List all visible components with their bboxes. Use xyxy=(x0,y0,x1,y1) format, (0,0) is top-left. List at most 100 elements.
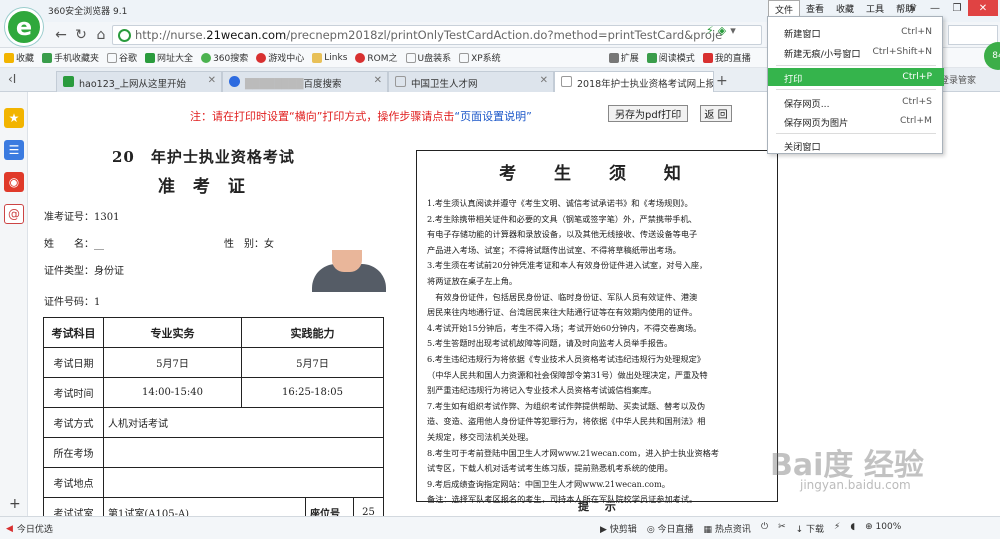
back-arrow-icon[interactable]: ← xyxy=(52,26,70,44)
live-today-button[interactable]: ◎ 今日直播 xyxy=(647,522,694,535)
game-icon xyxy=(256,52,267,63)
instruction-line: 3.考生须在考试前20分钟凭准考证和本人有效身份证件进入试室，对号入座， xyxy=(427,260,708,271)
url-path: /precnepm2018zl/printOnlyTestCardAction.… xyxy=(286,28,723,42)
download-button[interactable]: ↓ 下载 xyxy=(796,522,824,535)
table-row: 考试科目 专业实务 实践能力 xyxy=(43,317,384,348)
url-tools: ⚡ ◈ ▾ xyxy=(706,24,736,37)
instruction-line: 7.考生如有组织考试作弊、为组织考试作弊提供帮助、买卖试题、替考以及伪 xyxy=(427,400,706,411)
instruction-line: 产品进入考场、试室；不得将试题传出试室、不得将草稿纸带出考场。 xyxy=(427,244,681,255)
page-icon xyxy=(395,76,406,87)
bookmark-360search[interactable]: 360搜索 xyxy=(197,51,252,64)
new-tab-button[interactable]: + xyxy=(716,73,728,89)
close-icon[interactable]: ✕ xyxy=(374,75,382,86)
bookmark-links[interactable]: Links xyxy=(308,52,351,63)
instruction-line: 有效身份证件，包括居民身份证、临时身份证、军队人员有效证件、港澳 xyxy=(427,291,698,302)
add-sidebar-item-button[interactable]: + xyxy=(9,496,21,512)
bookmark-games[interactable]: 游戏中心 xyxy=(252,51,308,64)
bolt-icon[interactable]: ⚡ xyxy=(834,522,840,535)
sidebar-toggle-icon[interactable]: ‹I xyxy=(8,72,16,86)
bookmark-extensions[interactable]: 扩展 xyxy=(605,51,643,64)
bookmark-hao[interactable]: 网址大全 xyxy=(141,51,197,64)
url-prefix: http://nurse. xyxy=(135,28,207,42)
instruction-line: 别严重违纪违规行为将记入专业技术人员资格考试诚信档案库。 xyxy=(427,385,657,396)
browser-logo-icon: e xyxy=(5,8,43,46)
status-bar: ◀ 今日优选 ▶ 快剪辑 ◎ 今日直播 ▦ 热点资讯 ⏻ ✂ ↓ 下载 ⚡ ◖ … xyxy=(0,516,1000,539)
bolt-icon[interactable]: ⚡ xyxy=(706,24,714,37)
table-row: 考试日期 5月7日 5月7日 xyxy=(43,347,384,378)
quick-edit-button[interactable]: ▶ 快剪辑 xyxy=(600,522,637,535)
check-icon xyxy=(63,76,74,87)
close-button[interactable]: ✕ xyxy=(968,0,998,16)
volume-icon[interactable]: ◖ xyxy=(850,522,855,535)
zoom-level[interactable]: ⊕ 100% xyxy=(865,522,901,535)
page-icon xyxy=(459,52,470,63)
save-pdf-button[interactable]: 另存为pdf打印 xyxy=(608,105,689,122)
skin-icon[interactable]: ♛ xyxy=(902,0,924,16)
bookmark-mobile[interactable]: 手机收藏夹 xyxy=(38,51,103,64)
bookmark-google[interactable]: 谷歌 xyxy=(103,51,141,64)
menu-strip: 文件 查看 收藏 工具 帮助 xyxy=(768,0,920,16)
phone-icon xyxy=(42,52,53,63)
bookmark-usb[interactable]: U盘装系 xyxy=(402,51,456,64)
menu-file[interactable]: 文件 xyxy=(768,0,801,16)
table-row: 所在考场 xyxy=(43,437,384,468)
accelerate-icon[interactable]: ⏻ xyxy=(761,522,768,535)
bookmark-reader[interactable]: 阅读模式 xyxy=(643,51,699,64)
candidate-name: 姓 名：__ xyxy=(44,239,104,250)
instruction-line: 6.考生违纪违规行为将依据《专业技术人员资格考试违纪违规行为处理规定》 xyxy=(427,353,706,364)
page-icon xyxy=(561,76,572,87)
tab-hao123[interactable]: hao123_上网从这里开始 ✕ xyxy=(56,71,222,92)
print-notice: 注：请在打印时设置“横向”打印方式，操作步骤请点击“页面设置说明” xyxy=(190,110,532,123)
tip-heading: 提 示 xyxy=(578,500,622,513)
exam-schedule-table: 考试科目 专业实务 实践能力 考试日期 5月7日 5月7日 考试时间 14:00… xyxy=(43,317,384,516)
menu-item-close-window[interactable]: 关闭窗口 xyxy=(768,136,944,154)
bookmark-live[interactable]: 我的直播 xyxy=(699,51,755,64)
chevron-down-icon[interactable]: ▾ xyxy=(730,24,736,37)
globe-icon xyxy=(145,52,156,63)
hot-news-button[interactable]: ▦ 热点资讯 xyxy=(704,522,751,535)
menu-view[interactable]: 查看 xyxy=(800,0,830,16)
tab-exam[interactable]: 2018年护士执业资格考试网上报 xyxy=(554,71,714,93)
instruction-line: 2.考生除携带相关证件和必要的文具（钢笔或签字笔）外，严禁携带手机、 xyxy=(427,213,697,224)
minimize-button[interactable]: — xyxy=(924,0,946,16)
paw-icon xyxy=(229,76,240,87)
menu-tools[interactable]: 工具 xyxy=(860,0,890,16)
watermark-url: jingyan.baidu.com xyxy=(800,478,911,492)
menu-item-print[interactable]: 打印 Ctrl+P xyxy=(768,68,944,86)
menu-item-save-as-image[interactable]: 保存网页为图片 Ctrl+M xyxy=(768,112,944,130)
menu-item-incognito-window[interactable]: 新建无痕/小号窗口 Ctrl+Shift+N xyxy=(768,43,944,61)
bookmark-xp[interactable]: XP系统 xyxy=(455,51,505,64)
refresh-icon[interactable]: ↻ xyxy=(72,26,90,44)
table-row: 考试时间 14:00-15:40 16:25-18:05 xyxy=(43,377,384,408)
ticket-number: 准考证号：1301 xyxy=(44,212,120,223)
close-icon[interactable]: ✕ xyxy=(208,75,216,86)
close-icon[interactable]: ✕ xyxy=(540,75,548,86)
daily-picks[interactable]: ◀ 今日优选 xyxy=(6,522,53,536)
menu-favorites[interactable]: 收藏 xyxy=(830,0,860,16)
maximize-button[interactable]: ❐ xyxy=(946,0,968,16)
menu-item-save-page[interactable]: 保存网页... Ctrl+S xyxy=(768,93,944,111)
weibo-icon[interactable]: ◉ xyxy=(4,172,24,192)
book-icon xyxy=(646,52,657,63)
shield-icon[interactable]: ◈ xyxy=(718,24,726,37)
page-setup-link[interactable]: “页面设置说明” xyxy=(454,110,531,123)
mail-icon[interactable]: @ xyxy=(4,204,24,224)
star-icon xyxy=(4,52,14,63)
address-bar[interactable]: http://nurse.21wecan.com/precnepm2018zl/… xyxy=(112,25,762,45)
instruction-line: 试专区，下载人机对话考试考生练习版，提前熟悉机考系统的使用。 xyxy=(427,463,673,474)
menu-item-new-window[interactable]: 新建窗口 Ctrl+N xyxy=(768,23,944,41)
cut-icon[interactable]: ✂ xyxy=(778,522,786,535)
tab-weisheng[interactable]: 中国卫生人才网 ✕ xyxy=(388,71,554,92)
login-manager[interactable]: 登录管家 xyxy=(940,73,976,86)
star-icon[interactable]: ★ xyxy=(4,108,24,128)
search-input[interactable] xyxy=(948,25,998,45)
rom-icon xyxy=(355,52,366,63)
bookmark-favorites[interactable]: 收藏 xyxy=(0,51,38,64)
id-type: 证件类型：身份证 xyxy=(44,266,124,277)
home-icon[interactable]: ⌂ xyxy=(92,26,110,44)
back-button[interactable]: 返 回 xyxy=(700,105,732,122)
tab-baidu[interactable]: ████████百度搜索 ✕ xyxy=(222,71,388,92)
bookmark-rom[interactable]: ROM之 xyxy=(351,51,401,64)
list-icon[interactable]: ☰ xyxy=(4,140,24,160)
instruction-line: 1.考生须认真阅读并遵守《考生文明、诚信考试承诺书》和《考场规则》。 xyxy=(427,198,693,208)
